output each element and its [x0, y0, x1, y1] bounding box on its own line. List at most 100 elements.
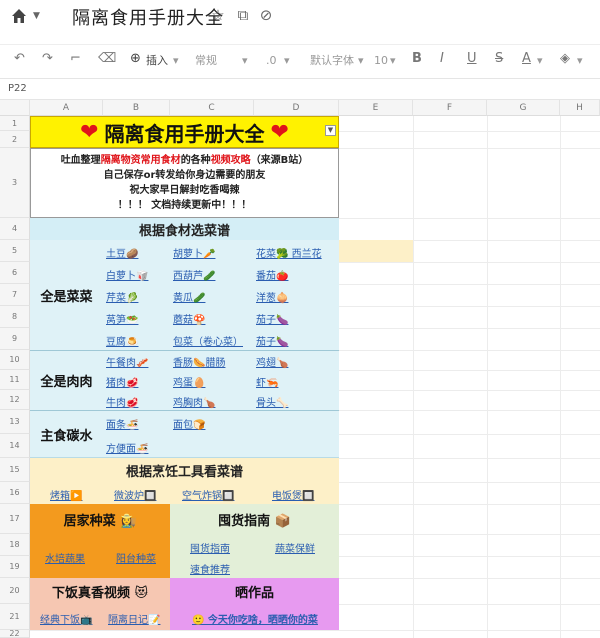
link-instant-noodles[interactable]: 方便面🍜 [106, 440, 148, 455]
fill-color-icon[interactable]: ◈ [560, 51, 570, 67]
row-header-6[interactable]: 6 [0, 262, 30, 284]
link-air-fryer[interactable]: 空气炸锅🔲 [182, 487, 234, 502]
link-rice-cooker[interactable]: 电饭煲🔲 [272, 487, 314, 502]
font-color-button[interactable]: A [522, 51, 531, 67]
document-title[interactable]: 隔离食用手册大全 [72, 4, 224, 30]
row-header-1[interactable]: 1 [0, 116, 30, 131]
link-instant-food[interactable]: 速食推荐 [190, 561, 230, 576]
link-tofu[interactable]: 豆腐🍮 [106, 333, 138, 348]
cell-reference[interactable]: P22 [8, 83, 27, 94]
insert-icon[interactable]: ⊕ [130, 51, 141, 67]
link-carrot[interactable]: 胡萝卜🥕 [173, 245, 215, 260]
row-header-20[interactable]: 20 [0, 578, 30, 604]
link-tomato[interactable]: 番茄🍅 [256, 267, 288, 282]
link-bread[interactable]: 面包🍞 [173, 416, 205, 431]
column-header-a[interactable]: A [30, 100, 103, 116]
filter-icon[interactable]: ▼ [325, 125, 336, 136]
insert-button[interactable]: 插入 [146, 53, 168, 69]
font-family-select[interactable]: 默认字体 [310, 53, 354, 69]
row-header-17[interactable]: 17 [0, 504, 30, 534]
link-veg-preserve[interactable]: 蔬菜保鲜 [275, 540, 315, 555]
column-header-e[interactable]: E [339, 100, 413, 116]
link-quarantine-diary[interactable]: 隔离日记📝 [108, 611, 160, 626]
link-pork[interactable]: 猪肉🥩 [106, 374, 138, 389]
link-balcony-garden[interactable]: 阳台种菜 [116, 550, 156, 565]
link-cauliflower[interactable]: 花菜🥦 西兰花 [256, 245, 322, 260]
underline-button[interactable]: U [467, 51, 477, 67]
status-check-icon[interactable]: ⊘ [257, 6, 275, 24]
link-potato[interactable]: 土豆🥔 [106, 245, 138, 260]
number-format-select[interactable]: 常规 [195, 53, 217, 69]
link-onion[interactable]: 洋葱🧅 [256, 289, 288, 304]
fill-color-chevron-icon[interactable]: ▾ [577, 53, 583, 69]
link-cabbage[interactable]: 包菜（卷心菜） [173, 333, 243, 348]
link-microwave[interactable]: 微波炉🔲 [114, 487, 156, 502]
link-oven[interactable]: 烤箱▶️ [50, 487, 82, 502]
home-icon[interactable] [10, 7, 28, 25]
row-header-21[interactable]: 21 [0, 604, 30, 630]
row-header-10[interactable]: 10 [0, 350, 30, 370]
row-header-12[interactable]: 12 [0, 390, 30, 410]
link-eggplant-2[interactable]: 茄子🍆 [256, 333, 288, 348]
row-header-9[interactable]: 9 [0, 328, 30, 350]
column-header-b[interactable]: B [103, 100, 170, 116]
row-header-19[interactable]: 19 [0, 556, 30, 578]
row-header-7[interactable]: 7 [0, 284, 30, 306]
redo-icon[interactable]: ↷ [42, 51, 53, 67]
format-painter-icon[interactable]: ⌐ [70, 51, 81, 67]
link-bone[interactable]: 骨头🦴 [256, 394, 288, 409]
number-format-chevron-icon[interactable]: ▾ [242, 53, 248, 69]
link-classic-dishes[interactable]: 经典下饭📺 [40, 611, 92, 626]
row-header-13[interactable]: 13 [0, 410, 30, 434]
font-family-chevron-icon[interactable]: ▾ [358, 53, 364, 69]
link-hydroponic[interactable]: 水培蔬果 [45, 550, 85, 565]
link-shrimp[interactable]: 虾🦐 [256, 374, 278, 389]
row-header-22[interactable]: 22 [0, 630, 30, 638]
row-header-5[interactable]: 5 [0, 240, 30, 262]
link-chicken-breast[interactable]: 鸡胸肉🍗 [173, 394, 215, 409]
link-zucchini[interactable]: 西葫芦🥒 [173, 267, 215, 282]
row-header-15[interactable]: 15 [0, 458, 30, 482]
link-eggplant[interactable]: 茄子🍆 [256, 311, 288, 326]
column-header-g[interactable]: G [487, 100, 560, 116]
link-noodles[interactable]: 面条🍜 [106, 416, 138, 431]
font-size-chevron-icon[interactable]: ▾ [390, 53, 396, 69]
link-cucumber[interactable]: 黄瓜🥒 [173, 289, 205, 304]
link-lettuce-stem[interactable]: 莴笋🥗 [106, 311, 138, 326]
insert-chevron-icon[interactable]: ▾ [173, 53, 179, 69]
link-chicken-wing[interactable]: 鸡翅🍗 [256, 354, 288, 369]
row-header-16[interactable]: 16 [0, 482, 30, 504]
decimal-button[interactable]: .0 [266, 53, 277, 69]
select-all-corner[interactable] [0, 100, 30, 116]
link-sausage[interactable]: 香肠🌭腊肠 [173, 354, 225, 369]
row-header-14[interactable]: 14 [0, 434, 30, 458]
column-header-c[interactable]: C [170, 100, 254, 116]
row-header-4[interactable]: 4 [0, 218, 30, 240]
move-file-icon[interactable]: ⧉ [234, 6, 252, 24]
link-luncheon-meat[interactable]: 午餐肉🥓 [106, 354, 148, 369]
undo-icon[interactable]: ↶ [14, 51, 25, 67]
column-header-d[interactable]: D [254, 100, 339, 116]
link-egg[interactable]: 鸡蛋🥚 [173, 374, 205, 389]
star-icon[interactable]: ☆ [209, 6, 227, 24]
selected-cell-e5[interactable] [339, 240, 413, 262]
row-header-2[interactable]: 2 [0, 131, 30, 148]
bold-button[interactable]: B [412, 51, 422, 67]
column-header-f[interactable]: F [413, 100, 487, 116]
row-header-18[interactable]: 18 [0, 534, 30, 556]
row-header-3[interactable]: 3 [0, 148, 30, 218]
link-mushroom[interactable]: 蘑菇🍄 [173, 311, 205, 326]
column-header-h[interactable]: H [560, 100, 600, 116]
font-color-chevron-icon[interactable]: ▾ [537, 53, 543, 69]
link-celery[interactable]: 芹菜🥬 [106, 289, 138, 304]
font-size-select[interactable]: 10 [374, 53, 388, 69]
row-header-11[interactable]: 11 [0, 370, 30, 390]
row-header-8[interactable]: 8 [0, 306, 30, 328]
italic-button[interactable]: I [440, 51, 444, 67]
link-beef[interactable]: 牛肉🥩 [106, 394, 138, 409]
link-share-your-dish[interactable]: 🙂 今天你吃啥，晒晒你的菜 [192, 611, 318, 626]
home-menu-chevron-icon[interactable]: ▼ [33, 11, 40, 21]
link-hoard-guide[interactable]: 囤货指南 [190, 540, 230, 555]
decimal-chevron-icon[interactable]: ▾ [284, 53, 290, 69]
link-radish[interactable]: 白萝卜🥡 [106, 267, 148, 282]
